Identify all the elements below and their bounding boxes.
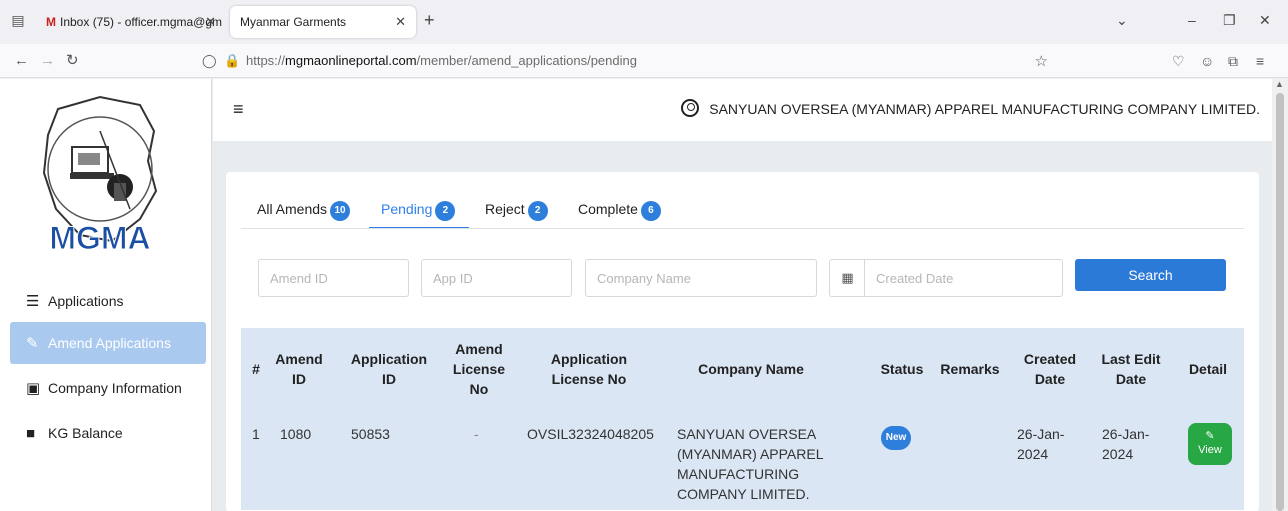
cell-num: 1	[252, 426, 260, 442]
search-button[interactable]: Search	[1075, 259, 1226, 291]
count-badge: 6	[640, 201, 661, 221]
minimize-icon[interactable]: –	[1188, 10, 1196, 30]
view-button[interactable]: ✎ View	[1188, 423, 1232, 465]
tab-reject[interactable]: Reject 2	[485, 200, 548, 221]
sidebar-item-kg-balance[interactable]: ■ KG Balance	[10, 412, 206, 454]
cell-created-date: 26-Jan-2024	[1017, 426, 1065, 462]
forward-icon[interactable]: →	[40, 51, 55, 71]
page-scrollbar[interactable]: ▲	[1272, 79, 1288, 511]
cell-amend-license: -	[474, 426, 479, 442]
tab-all-amends[interactable]: All Amends 10	[257, 200, 351, 221]
scroll-up-icon[interactable]: ▲	[1275, 79, 1284, 89]
col-num: #	[252, 361, 260, 377]
lock-icon[interactable]: 🔒	[224, 52, 240, 70]
cell-application-license: OVSIL32324048205	[527, 426, 654, 442]
col-application-id: Application ID	[350, 351, 428, 387]
page-viewport: MGMA ☰ Applications ✎ Amend Applications ▣…	[0, 79, 1288, 511]
new-tab-icon[interactable]: +	[424, 10, 435, 30]
url-bar[interactable]: ◯ 🔒 https://mgmaonlineportal.com/member/…	[196, 48, 1066, 74]
gmail-icon: M	[46, 15, 56, 29]
sidebar-item-label: Amend Applications	[48, 335, 171, 351]
sidebar-item-company-information[interactable]: ▣ Company Information	[10, 367, 206, 409]
tab-overflow-icon[interactable]: ⌄	[1116, 10, 1128, 30]
company-name-input[interactable]	[585, 259, 817, 297]
copy-icon: ▣	[26, 380, 41, 397]
list-icon: ☰	[26, 293, 40, 310]
count-badge: 2	[527, 201, 548, 221]
shield-icon[interactable]: ◯	[202, 52, 217, 70]
browser-nav-bar: ← → ↻ ◯ 🔒 https://mgmaonlineportal.com/m…	[0, 44, 1288, 78]
top-header: ≡ SANYUAN OVERSEA (MYANMAR) APPAREL MANU…	[213, 79, 1272, 141]
calendar-icon[interactable]: ▦	[829, 259, 865, 297]
user-company-name[interactable]: SANYUAN OVERSEA (MYANMAR) APPAREL MANUFA…	[681, 99, 1260, 119]
sidebar-item-amend-applications[interactable]: ✎ Amend Applications	[10, 322, 206, 364]
tab-list-icon[interactable]: ▤	[8, 10, 28, 30]
url-text[interactable]: https://mgmaonlineportal.com/member/amen…	[246, 53, 637, 69]
scrollbar-thumb[interactable]	[1276, 93, 1284, 511]
restore-icon[interactable]: ❐	[1223, 10, 1236, 30]
col-last-edit-date: Last Edit Date	[1101, 351, 1161, 387]
edit-icon: ✎	[1205, 430, 1215, 442]
user-icon	[681, 99, 700, 117]
col-amend-license: Amend License No	[452, 341, 506, 397]
status-badge: New	[881, 426, 911, 450]
tabs-divider	[241, 228, 1244, 229]
extensions-icon[interactable]: ⧉	[1228, 51, 1238, 71]
back-icon[interactable]: ←	[14, 51, 29, 71]
reload-icon[interactable]: ↻	[66, 51, 79, 71]
col-detail: Detail	[1188, 361, 1228, 377]
col-remarks: Remarks	[940, 361, 1000, 377]
close-tab-icon[interactable]: ✕	[395, 6, 406, 38]
close-tab-icon[interactable]: ✕	[205, 6, 216, 38]
sidebar: MGMA ☰ Applications ✎ Amend Applications ▣…	[0, 79, 212, 511]
pencil-icon: ✎	[26, 335, 39, 352]
menu-icon[interactable]: ≡	[1256, 51, 1264, 71]
mgma-logo: MGMA	[42, 95, 158, 257]
table-header: # Amend ID Application ID Amend License …	[241, 328, 1244, 410]
browser-tab-bar: ▤ M Inbox (75) - officer.mgma@gm ✕ Myanma…	[0, 0, 1288, 44]
amend-id-input[interactable]	[258, 259, 409, 297]
tab-pending[interactable]: Pending 2	[368, 200, 470, 229]
status-tabs: All Amends 10 Pending 2 Reject 2 Complete 6	[226, 172, 1259, 229]
account-icon[interactable]: ☺	[1200, 51, 1214, 71]
count-badge: 10	[330, 201, 351, 221]
svg-text:MGMA: MGMA	[49, 220, 150, 256]
col-status: Status	[880, 361, 924, 377]
close-window-icon[interactable]: ✕	[1259, 10, 1271, 30]
col-application-license: Application License No	[550, 351, 628, 387]
count-badge: 2	[435, 201, 456, 221]
user-box-icon: ■	[26, 425, 36, 442]
bookmark-star-icon[interactable]: ☆	[1035, 52, 1048, 70]
tab-title: Myanmar Garments	[240, 15, 347, 29]
table-row: 1 1080 50853 - OVSIL32324048205 SANYUAN …	[241, 410, 1244, 510]
cell-application-id: 50853	[351, 426, 390, 442]
sidebar-item-applications[interactable]: ☰ Applications	[10, 280, 206, 322]
cell-last-edit-date: 26-Jan-2024	[1102, 426, 1150, 462]
sidebar-item-label: Applications	[48, 293, 124, 309]
sidebar-item-label: Company Information	[48, 380, 182, 396]
hamburger-menu-icon[interactable]: ≡	[233, 98, 244, 120]
col-company-name: Company Name	[698, 361, 804, 377]
browser-tab-myanmar-garments[interactable]: Myanmar Garments ✕	[230, 6, 416, 38]
app-id-input[interactable]	[421, 259, 572, 297]
tab-title: Inbox (75) - officer.mgma@gm	[60, 15, 223, 29]
col-amend-id: Amend ID	[275, 351, 323, 387]
tab-complete[interactable]: Complete 6	[578, 200, 661, 221]
cell-amend-id: 1080	[280, 426, 312, 442]
browser-tab-inbox[interactable]: M Inbox (75) - officer.mgma@gm ✕	[36, 6, 226, 38]
col-created-date: Created Date	[1023, 351, 1077, 387]
cell-company-name: SANYUAN OVERSEA (MYANMAR) APPAREL MANUFA…	[677, 426, 823, 502]
sidebar-item-label: KG Balance	[48, 425, 123, 441]
amend-applications-card: All Amends 10 Pending 2 Reject 2 Complete 6 …	[226, 172, 1259, 511]
pocket-icon[interactable]: ♡	[1172, 51, 1185, 71]
created-date-input[interactable]	[864, 259, 1063, 297]
